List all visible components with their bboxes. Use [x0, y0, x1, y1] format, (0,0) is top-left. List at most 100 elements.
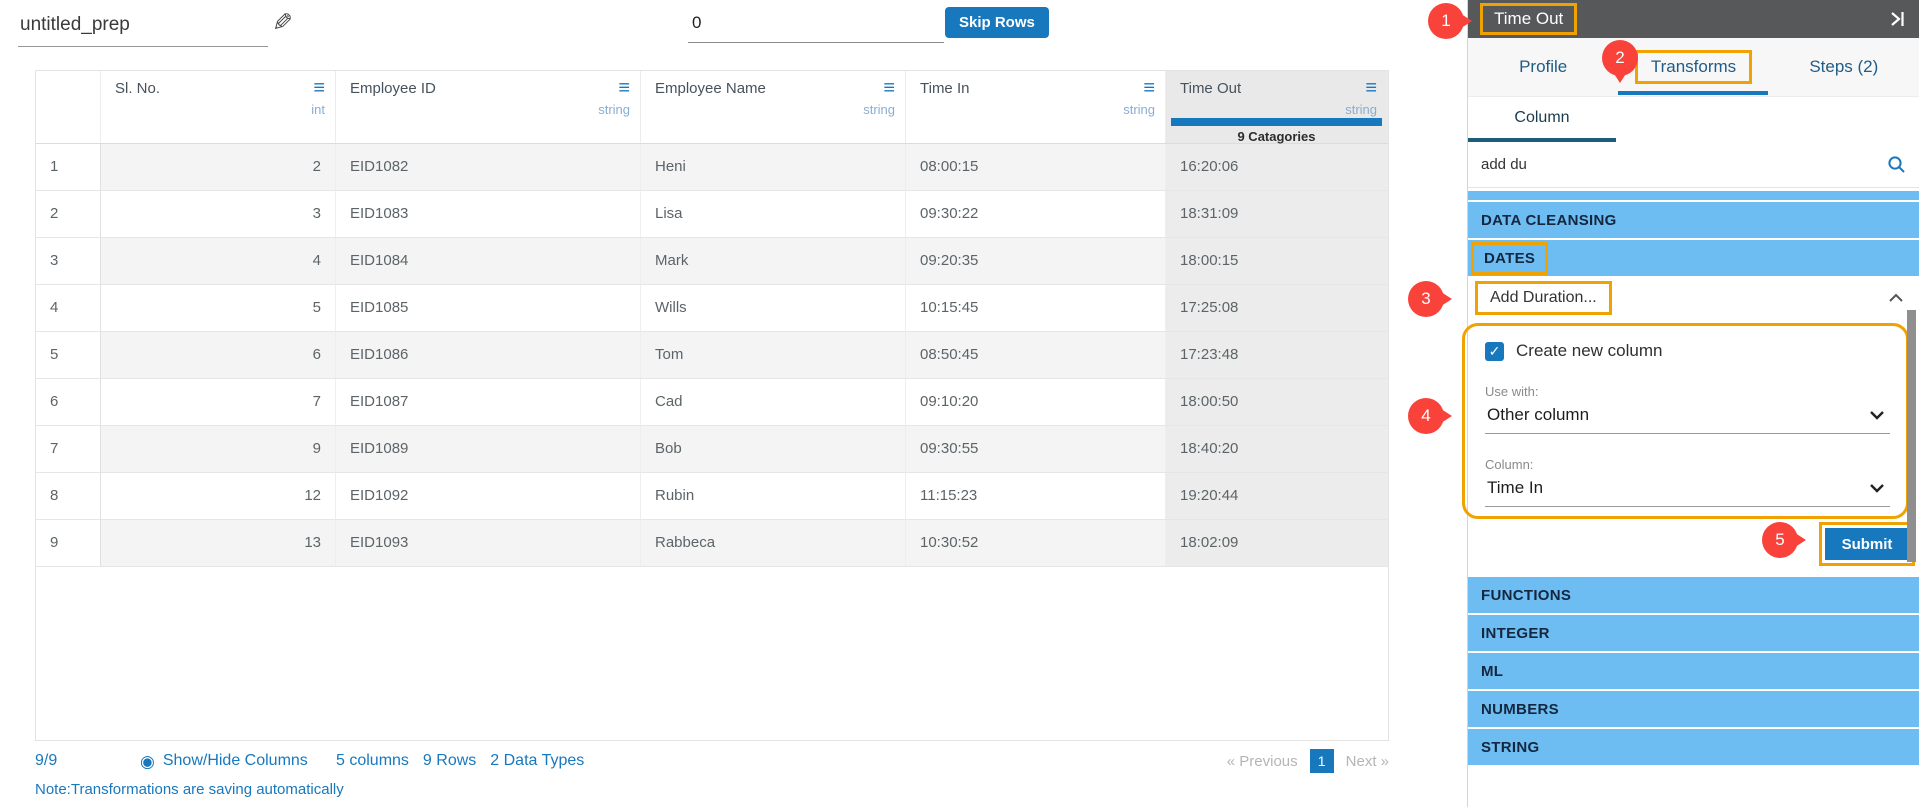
submit-row: Submit [1468, 519, 1919, 567]
column-header-sl-no[interactable]: Sl. No. ≡ int [101, 71, 336, 143]
cell-time-in: 09:10:20 [906, 379, 1166, 425]
cell-time-out: 17:23:48 [1166, 332, 1388, 378]
cell-employee-id: EID1085 [336, 285, 641, 331]
tab-profile[interactable]: Profile [1468, 38, 1618, 96]
transform-search[interactable]: add du [1468, 142, 1919, 188]
scrollbar[interactable] [1907, 310, 1916, 562]
tab-transforms-highlight-box: Transforms [1634, 50, 1753, 84]
category-label: INTEGER [1481, 624, 1550, 642]
annotation-badge-2: 2 [1602, 40, 1638, 83]
chevron-down-icon [1870, 484, 1884, 493]
search-input[interactable]: add du [1481, 156, 1527, 173]
category-label: DATA CLEANSING [1481, 211, 1617, 229]
subtab-column[interactable]: Column [1468, 97, 1616, 142]
add-duration-label: Add Duration... [1490, 289, 1597, 306]
category-dates[interactable]: DATES [1468, 240, 1919, 276]
table-row: 4 5 EID1085 Wills 10:15:45 17:25:08 [36, 285, 1388, 332]
row-number-header [36, 71, 101, 143]
submit-button[interactable]: Submit [1825, 528, 1909, 560]
prep-name-input[interactable]: untitled_prep [18, 12, 268, 47]
panel-title-highlight-box: Time Out [1480, 3, 1578, 35]
category-data-cleansing[interactable]: DATA CLEANSING [1468, 202, 1919, 238]
cell-employee-id: EID1089 [336, 426, 641, 472]
column-menu-icon[interactable]: ≡ [313, 77, 325, 100]
cell-employee-name: Cad [641, 379, 906, 425]
cell-time-out: 18:02:09 [1166, 520, 1388, 566]
transform-add-duration[interactable]: Add Duration... [1468, 278, 1919, 318]
category-partial-bar [1468, 191, 1919, 200]
cell-employee-id: EID1082 [336, 144, 641, 190]
column-value: Time In [1487, 478, 1544, 497]
cell-sl-no: 2 [101, 144, 336, 190]
tab-steps[interactable]: Steps (2) [1769, 38, 1919, 96]
column-menu-icon[interactable]: ≡ [618, 77, 630, 100]
skip-rows-button[interactable]: Skip Rows [945, 7, 1049, 38]
show-hide-columns-label: Show/Hide Columns [162, 752, 308, 769]
column-header-time-in[interactable]: Time In ≡ string [906, 71, 1166, 143]
category-label: FUNCTIONS [1481, 586, 1572, 604]
categories-count-label: 9 Catagories [1237, 129, 1316, 144]
cell-time-out: 18:00:15 [1166, 238, 1388, 284]
create-new-column-checkbox[interactable]: ✓ Create new column [1485, 341, 1890, 361]
column-type-label: string [1345, 102, 1377, 117]
checkbox-checked-icon[interactable]: ✓ [1485, 341, 1504, 361]
previous-page-button[interactable]: « Previous [1227, 753, 1298, 770]
cell-employee-id: EID1093 [336, 520, 641, 566]
column-type-label: int [311, 102, 325, 117]
row-number-cell: 2 [36, 191, 101, 237]
column-select[interactable]: Time In [1485, 472, 1890, 507]
category-ml[interactable]: ML [1468, 653, 1919, 689]
column-name: Time In [920, 80, 970, 97]
search-icon[interactable] [1887, 155, 1907, 180]
skip-rows-input[interactable]: 0 [688, 10, 944, 43]
tab-transforms[interactable]: Transforms [1618, 38, 1769, 96]
grid-summary: 5 columns 9 Rows 2 Data Types [336, 752, 584, 770]
cell-employee-name: Lisa [641, 191, 906, 237]
column-menu-icon[interactable]: ≡ [1365, 77, 1377, 100]
annotation-badge-1: 1 [1428, 3, 1472, 39]
column-header-employee-id[interactable]: Employee ID ≡ string [336, 71, 641, 143]
category-integer[interactable]: INTEGER [1468, 615, 1919, 651]
pagination: « Previous 1 Next » [1227, 749, 1389, 773]
column-menu-icon[interactable]: ≡ [883, 77, 895, 100]
cell-sl-no: 9 [101, 426, 336, 472]
cell-employee-name: Bob [641, 426, 906, 472]
collapse-panel-icon[interactable] [1887, 9, 1907, 34]
category-string[interactable]: STRING [1468, 729, 1919, 765]
cell-sl-no: 6 [101, 332, 336, 378]
cell-time-in: 10:15:45 [906, 285, 1166, 331]
data-grid: Sl. No. ≡ int Employee ID ≡ string Employee Na… [35, 70, 1389, 741]
row-number-cell: 6 [36, 379, 101, 425]
category-functions[interactable]: FUNCTIONS [1468, 577, 1919, 613]
column-header-employee-name[interactable]: Employee Name ≡ string [641, 71, 906, 143]
edit-pencil-icon[interactable]: ✎ [272, 8, 293, 38]
row-number-cell: 3 [36, 238, 101, 284]
category-distribution-bar [1171, 118, 1382, 126]
data-types-count: 2 Data Types [490, 752, 585, 769]
eye-icon: ◉ [140, 751, 155, 771]
cell-time-out: 18:31:09 [1166, 191, 1388, 237]
use-with-select[interactable]: Other column [1485, 399, 1890, 434]
column-label: Column: [1485, 457, 1534, 472]
column-menu-icon[interactable]: ≡ [1143, 77, 1155, 100]
panel-header: Time Out [1468, 0, 1919, 38]
grid-header: Sl. No. ≡ int Employee ID ≡ string Employee Na… [36, 71, 1388, 144]
cell-sl-no: 5 [101, 285, 336, 331]
active-tab-underline [1618, 91, 1769, 95]
panel-title: Time Out [1494, 9, 1564, 28]
column-type-label: string [598, 102, 630, 117]
next-page-button[interactable]: Next » [1346, 753, 1389, 770]
chevron-up-icon[interactable] [1887, 291, 1905, 310]
tab-profile-label: Profile [1519, 57, 1568, 76]
rows-count: 9 Rows [422, 752, 477, 769]
row-number-cell: 5 [36, 332, 101, 378]
show-hide-columns-button[interactable]: ◉ Show/Hide Columns [140, 752, 336, 770]
column-name: Sl. No. [115, 80, 161, 97]
category-label: ML [1481, 662, 1504, 680]
page-number[interactable]: 1 [1309, 749, 1334, 773]
column-header-time-out[interactable]: Time Out ≡ string 9 Catagories [1166, 71, 1388, 144]
cell-time-in: 08:00:15 [906, 144, 1166, 190]
column-type-label: string [863, 102, 895, 117]
annotation-badge-3: 3 [1408, 281, 1452, 317]
category-numbers[interactable]: NUMBERS [1468, 691, 1919, 727]
